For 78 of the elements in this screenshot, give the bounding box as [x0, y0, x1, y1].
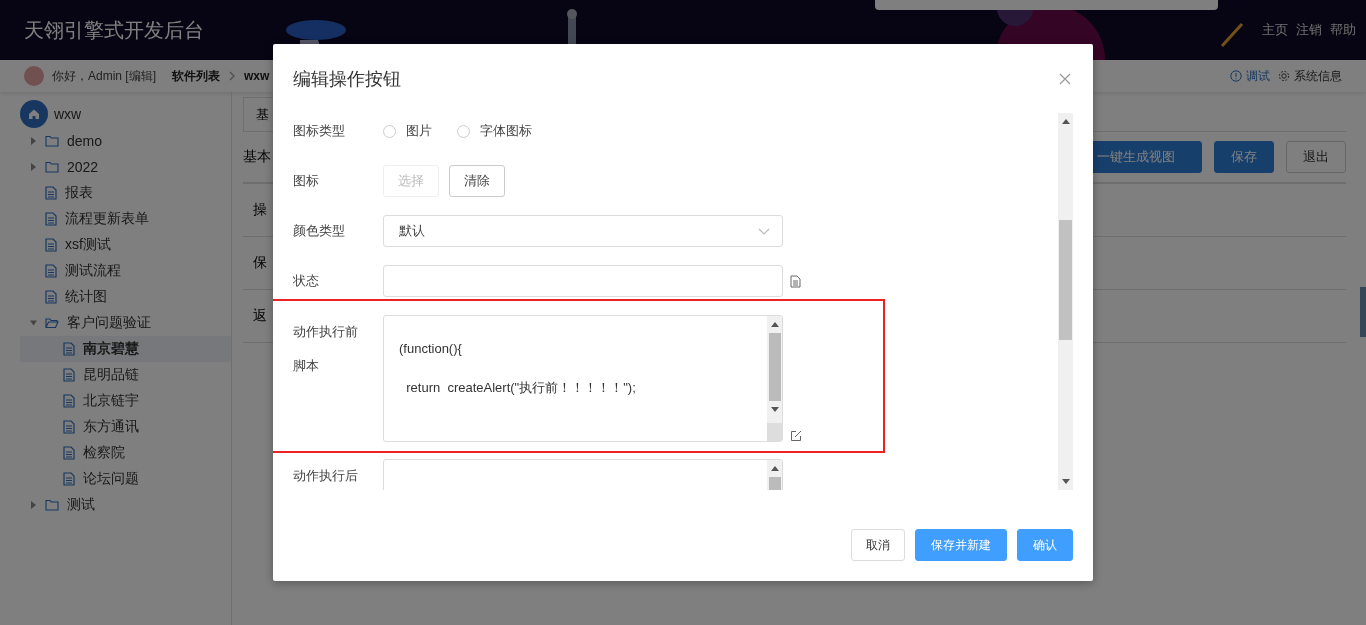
tree-item[interactable]: demo [20, 128, 231, 154]
header-link[interactable]: 注销 [1296, 21, 1322, 39]
home-icon [20, 100, 48, 128]
tree-item[interactable]: 报表 [20, 180, 231, 206]
primary-button[interactable]: 确认 [1017, 529, 1073, 561]
dialog-title: 编辑操作按钮 [293, 67, 401, 91]
field-label: 颜色类型 [293, 222, 346, 240]
breadcrumb-link[interactable]: 软件列表 [172, 67, 220, 85]
file-icon [45, 264, 57, 278]
folder-icon [45, 499, 59, 511]
breadcrumb-link[interactable]: wxw [244, 69, 270, 83]
caret-right-icon[interactable] [30, 137, 37, 145]
caret-right-icon[interactable] [30, 501, 37, 509]
primary-button[interactable]: 保存 [1214, 141, 1274, 173]
tree-item[interactable]: 客户问题验证 [20, 310, 231, 336]
code-field[interactable]: (function(){ return createAlert("执行前！！！！！"); [383, 315, 783, 442]
row-label: 保 [253, 254, 267, 272]
tree-item[interactable]: 2022 [20, 154, 231, 180]
greeting-text: 你好，Admin [编辑] [52, 67, 156, 85]
tree-item[interactable]: 东方通讯 [38, 414, 231, 440]
file-icon [63, 394, 75, 408]
file-icon [63, 472, 75, 486]
tree-item[interactable]: 统计图 [20, 284, 231, 310]
close-icon[interactable] [1059, 72, 1071, 85]
system-info-link[interactable]: 系统信息 [1294, 67, 1342, 85]
primary-button[interactable]: 保存并新建 [915, 529, 1007, 561]
scrollbar[interactable] [767, 316, 782, 441]
file-icon [45, 212, 57, 226]
edit-icon[interactable] [790, 430, 802, 442]
cancel-button[interactable]: 取消 [851, 529, 905, 561]
tree-item[interactable]: 昆明品链 [38, 362, 231, 388]
folder-icon [45, 317, 59, 329]
select-field[interactable]: 默认 [383, 215, 783, 247]
settings-icon [1278, 70, 1290, 82]
radio-option[interactable]: 图片 [383, 122, 432, 140]
file-icon [45, 290, 57, 304]
app-title: 天翎引擎式开发后台 [24, 17, 204, 43]
info-icon [1230, 70, 1242, 82]
tree-item[interactable]: 南京碧慧 [20, 336, 231, 362]
header-link[interactable]: 主页 [1262, 21, 1288, 39]
row-label: 操 [253, 201, 267, 219]
tab[interactable]: 基 [256, 105, 269, 124]
exit-button[interactable]: 退出 [1286, 141, 1346, 173]
file-icon [63, 342, 75, 356]
tree-item[interactable]: 北京链宇 [38, 388, 231, 414]
file-icon [45, 186, 57, 200]
input-field[interactable] [383, 265, 783, 297]
radio-option[interactable]: 字体图标 [457, 122, 532, 140]
tree-item[interactable]: 流程更新表单 [20, 206, 231, 232]
field-label: 动作执行前脚本 [293, 323, 359, 375]
form-button[interactable]: 清除 [449, 165, 505, 197]
field-label: 图标 [293, 172, 320, 190]
field-label: 状态 [293, 272, 320, 290]
row-label: 返 [253, 307, 267, 325]
tree-item[interactable]: xsf测试 [20, 232, 231, 258]
chevron-down-icon [758, 227, 770, 235]
file-icon [45, 238, 57, 252]
folder-icon [45, 135, 59, 147]
field-label: 动作执行后 [293, 467, 359, 485]
tree-item[interactable]: 测试 [20, 492, 231, 518]
folder-icon [45, 161, 59, 173]
caret-down-icon[interactable] [30, 319, 37, 327]
debug-link[interactable]: 调试 [1246, 67, 1270, 85]
scrollbar[interactable] [1058, 113, 1073, 490]
section-title: 基本 [243, 148, 271, 166]
tree-item[interactable]: 论坛问题 [38, 466, 231, 492]
tree-item[interactable]: 检察院 [38, 440, 231, 466]
caret-right-icon[interactable] [30, 163, 37, 171]
field-label: 图标类型 [293, 122, 346, 140]
file-icon [63, 420, 75, 434]
file-icon [63, 368, 75, 382]
avatar [24, 66, 44, 86]
tree-root-label[interactable]: wxw [54, 106, 82, 122]
document-icon[interactable] [790, 274, 801, 288]
header-link[interactable]: 帮助 [1330, 21, 1356, 39]
chevron-right-icon [229, 71, 235, 81]
file-icon [63, 446, 75, 460]
tree-item[interactable]: 测试流程 [20, 258, 231, 284]
